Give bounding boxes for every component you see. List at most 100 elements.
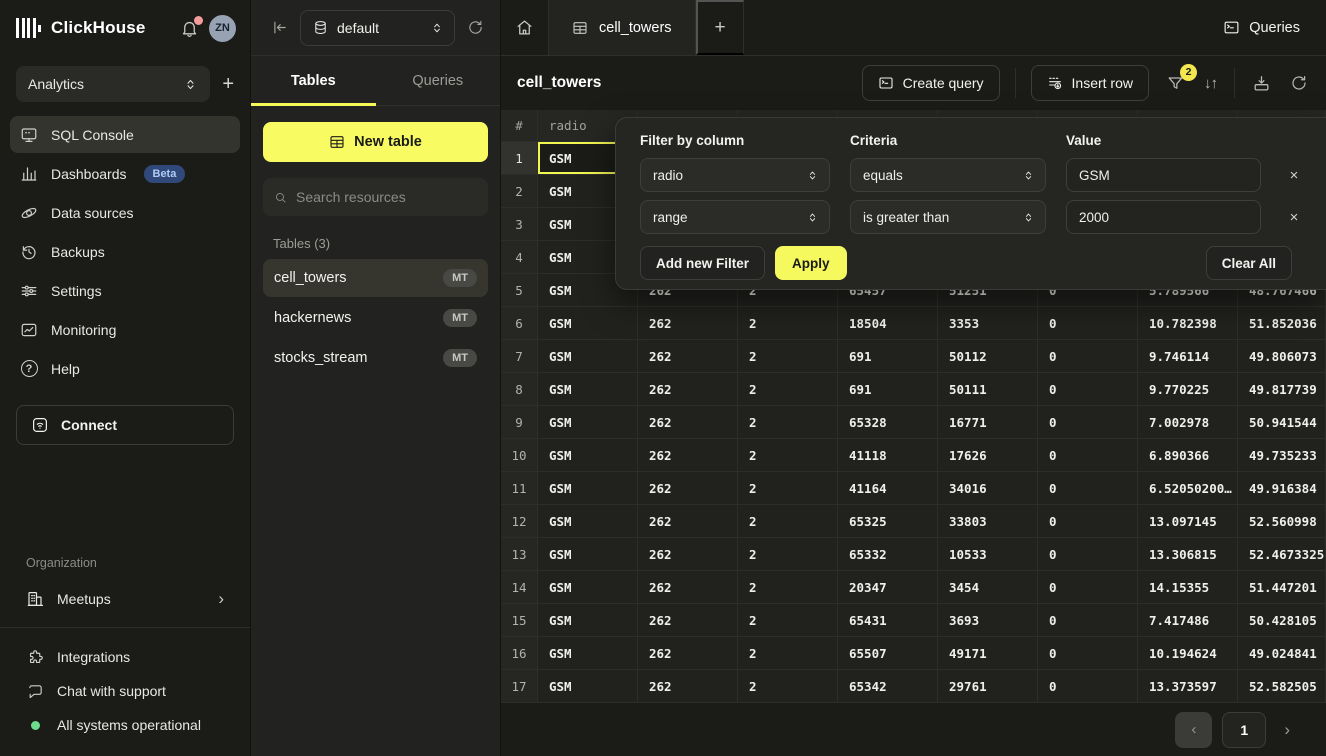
row-number[interactable]: 8 (501, 373, 538, 406)
table-cell[interactable]: 20347 (838, 571, 938, 604)
table-cell[interactable]: 0 (1038, 571, 1138, 604)
table-cell[interactable]: 3693 (938, 604, 1038, 637)
table-cell[interactable]: GSM (538, 472, 638, 505)
table-cell[interactable]: 2 (738, 637, 838, 670)
table-cell[interactable]: 49171 (938, 637, 1038, 670)
table-cell[interactable]: 50.941544 (1238, 406, 1326, 439)
collapse-panel-button[interactable] (271, 19, 288, 36)
table-cell[interactable]: 65328 (838, 406, 938, 439)
table-cell[interactable]: GSM (538, 637, 638, 670)
table-cell[interactable]: 0 (1038, 439, 1138, 472)
table-cell[interactable]: 17626 (938, 439, 1038, 472)
refresh-data-button[interactable] (1288, 72, 1310, 94)
table-cell[interactable]: 49.916384 (1238, 472, 1326, 505)
sidebar-item-sql-console[interactable]: SQL Console (10, 116, 240, 153)
table-cell[interactable]: 2 (738, 670, 838, 703)
table-cell[interactable]: 0 (1038, 505, 1138, 538)
table-list-item-stocks-stream[interactable]: stocks_stream MT (263, 339, 488, 377)
refresh-tables-button[interactable] (467, 19, 484, 36)
remove-filter-button-2[interactable]: × (1290, 209, 1299, 226)
sidebar-item-meetups[interactable]: Meetups › (16, 580, 234, 617)
search-input[interactable] (296, 189, 477, 205)
table-cell[interactable]: GSM (538, 373, 638, 406)
table-cell[interactable]: 2 (738, 406, 838, 439)
row-number[interactable]: 13 (501, 538, 538, 571)
database-select[interactable]: default (300, 10, 455, 46)
table-cell[interactable]: 65325 (838, 505, 938, 538)
sidebar-item-data-sources[interactable]: Data sources (10, 194, 240, 231)
table-cell[interactable]: 0 (1038, 604, 1138, 637)
current-page[interactable]: 1 (1222, 712, 1266, 748)
table-cell[interactable]: 262 (638, 604, 738, 637)
avatar[interactable]: ZN (209, 15, 236, 42)
filter-criteria-select-1[interactable]: equals (850, 158, 1046, 192)
tab-queries[interactable]: Queries (376, 56, 501, 105)
notifications-button[interactable] (180, 19, 199, 38)
table-cell[interactable]: 0 (1038, 406, 1138, 439)
footer-item-integrations[interactable]: Integrations (16, 642, 234, 672)
table-cell[interactable]: 691 (838, 373, 938, 406)
table-cell[interactable]: 65342 (838, 670, 938, 703)
row-number[interactable]: 5 (501, 274, 538, 307)
connect-button[interactable]: Connect (16, 405, 234, 445)
add-workspace-button[interactable]: + (222, 74, 234, 94)
table-cell[interactable]: 52.582505 (1238, 670, 1326, 703)
row-number[interactable]: 14 (501, 571, 538, 604)
table-cell[interactable]: 29761 (938, 670, 1038, 703)
table-cell[interactable]: 262 (638, 406, 738, 439)
sidebar-item-help[interactable]: ? Help (10, 350, 240, 387)
table-list-item-cell-towers[interactable]: cell_towers MT (263, 259, 488, 297)
next-page-button[interactable]: › (1276, 720, 1298, 740)
table-cell[interactable]: 41118 (838, 439, 938, 472)
queries-button[interactable]: Queries (1223, 10, 1300, 46)
table-cell[interactable]: 65431 (838, 604, 938, 637)
table-cell[interactable]: 41164 (838, 472, 938, 505)
row-number[interactable]: 2 (501, 175, 538, 208)
filter-column-select-2[interactable]: range (640, 200, 830, 234)
table-cell[interactable]: 2 (738, 505, 838, 538)
table-cell[interactable]: 2 (738, 571, 838, 604)
apply-filters-button[interactable]: Apply (775, 246, 847, 280)
table-cell[interactable]: 262 (638, 637, 738, 670)
row-number[interactable]: 6 (501, 307, 538, 340)
sidebar-item-settings[interactable]: Settings (10, 272, 240, 309)
table-cell[interactable]: 13.097145 (1138, 505, 1238, 538)
table-cell[interactable]: 2 (738, 307, 838, 340)
filter-column-select-1[interactable]: radio (640, 158, 830, 192)
table-cell[interactable]: 3454 (938, 571, 1038, 604)
table-cell[interactable]: 10.194624 (1138, 637, 1238, 670)
table-cell[interactable]: 0 (1038, 472, 1138, 505)
table-cell[interactable]: 6.890366 (1138, 439, 1238, 472)
table-cell[interactable]: 2 (738, 373, 838, 406)
table-cell[interactable]: GSM (538, 538, 638, 571)
remove-filter-button-1[interactable]: × (1290, 167, 1299, 184)
workspace-select[interactable]: Analytics (16, 66, 210, 102)
table-cell[interactable]: 262 (638, 472, 738, 505)
table-list-item-hackernews[interactable]: hackernews MT (263, 299, 488, 337)
table-cell[interactable]: 51.447201 (1238, 571, 1326, 604)
filter-criteria-select-2[interactable]: is greater than (850, 200, 1046, 234)
clear-all-filters-button[interactable]: Clear All (1206, 246, 1292, 280)
table-cell[interactable]: GSM (538, 604, 638, 637)
table-cell[interactable]: 16771 (938, 406, 1038, 439)
footer-item-system-status[interactable]: All systems operational (16, 710, 234, 740)
table-cell[interactable]: 262 (638, 571, 738, 604)
table-cell[interactable]: 0 (1038, 538, 1138, 571)
table-cell[interactable]: 2 (738, 439, 838, 472)
footer-item-chat-support[interactable]: Chat with support (16, 676, 234, 706)
row-number[interactable]: 12 (501, 505, 538, 538)
table-cell[interactable]: 262 (638, 373, 738, 406)
table-cell[interactable]: 2 (738, 604, 838, 637)
table-cell[interactable]: 6.52050200… (1138, 472, 1238, 505)
table-cell[interactable]: 18504 (838, 307, 938, 340)
table-cell[interactable]: 50112 (938, 340, 1038, 373)
table-cell[interactable]: 0 (1038, 373, 1138, 406)
table-cell[interactable]: 14.15355 (1138, 571, 1238, 604)
row-number[interactable]: 10 (501, 439, 538, 472)
table-cell[interactable]: 34016 (938, 472, 1038, 505)
table-cell[interactable]: 49.024841 (1238, 637, 1326, 670)
row-number[interactable]: 7 (501, 340, 538, 373)
table-cell[interactable]: GSM (538, 571, 638, 604)
table-cell[interactable]: GSM (538, 307, 638, 340)
table-cell[interactable]: GSM (538, 340, 638, 373)
